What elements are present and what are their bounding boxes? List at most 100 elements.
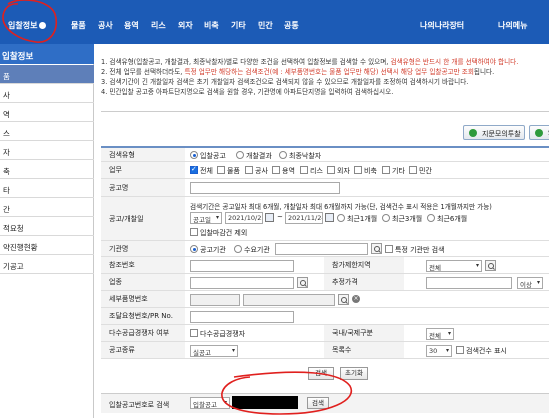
detail-item-name-input[interactable] <box>243 294 335 306</box>
sidebar-item-stockpile[interactable]: 축 <box>0 160 94 179</box>
nav-item-bid-info[interactable]: 입찰정보 <box>8 20 47 31</box>
search-icon[interactable] <box>297 277 308 288</box>
date-from-input[interactable]: 2021/10/25 <box>225 212 263 224</box>
label-exclude-deadline: 입찰마감건 제외 <box>200 229 248 237</box>
reset-button[interactable]: 초기화 <box>340 367 368 380</box>
nav-item-foreign[interactable]: 외자 <box>178 20 193 31</box>
checkbox-foreign[interactable] <box>327 166 335 174</box>
label-search-type: 검색유형 <box>101 148 185 161</box>
label-stockpile: 비축 <box>364 167 377 175</box>
radio-final-winner[interactable] <box>279 151 287 159</box>
price-condition-select[interactable]: 이상 ▾ <box>517 277 543 289</box>
sidebar-item-notice[interactable]: 기공고 <box>0 255 94 274</box>
row-search-type: 검색유형 입찰공고 개찰결과 최종낙찰자 <box>101 148 549 162</box>
nav-my-market[interactable]: 나의나라장터 <box>420 20 464 31</box>
intl-select[interactable]: 전체 ▾ <box>426 328 454 340</box>
search-button[interactable]: 검색 <box>308 367 334 380</box>
nav-item-private[interactable]: 민간 <box>258 20 273 31</box>
checkbox-all[interactable] <box>190 165 198 174</box>
radio-bid-notice[interactable] <box>190 151 198 159</box>
procurement-input[interactable] <box>190 311 294 323</box>
checkbox-specific-agency[interactable] <box>385 245 393 253</box>
label-detail-item: 세부품명번호 <box>101 291 185 307</box>
notice-line-1: 1. 검색유형(입찰공고, 개찰결과, 최종낙찰자)별로 다양한 조건을 선택하… <box>101 58 519 66</box>
checkbox-stockpile[interactable] <box>354 166 362 174</box>
radio-last-1-month[interactable] <box>337 214 345 222</box>
sidebar-item-etc[interactable]: 타 <box>0 179 94 198</box>
date-to-input[interactable]: 2021/11/24 <box>285 212 323 224</box>
label-industry: 업종 <box>101 274 185 290</box>
sidebar-item-contract-status[interactable]: 약진행현황 <box>0 236 94 255</box>
checkbox-show-count[interactable] <box>456 346 464 354</box>
nav-item-construction[interactable]: 공사 <box>98 20 113 31</box>
radio-notice-agency[interactable] <box>190 245 198 253</box>
search-icon[interactable] <box>485 260 496 271</box>
nav-item-stockpile[interactable]: 비축 <box>204 20 219 31</box>
nav-item-goods[interactable]: 물품 <box>71 20 86 31</box>
checkbox-service[interactable] <box>272 166 280 174</box>
nav-my-menu[interactable]: 나의메뉴 <box>498 20 527 31</box>
clear-icon[interactable]: × <box>352 295 360 303</box>
row-multi-intl: 다수공급경쟁자 여부 다수공급경쟁자 국내/국제구분 전체 ▾ <box>101 325 549 342</box>
label-ref-no: 참조번호 <box>101 257 185 273</box>
label-bid-notice: 입찰공고 <box>200 152 226 160</box>
checkbox-etc[interactable] <box>382 166 390 174</box>
mock-bid-button[interactable]: 지문모의투찰 <box>463 125 525 140</box>
period-hint: 검색기간은 공고일자 최대 6개월, 개찰일자 최대 6개월까지 가능(단, 검… <box>190 203 492 211</box>
detail-item-code-input[interactable] <box>190 294 240 306</box>
search-icon[interactable] <box>338 294 349 305</box>
row-procurement: 조달요청번호/PR No. <box>101 308 549 325</box>
redacted-input[interactable] <box>232 396 298 409</box>
est-price-input[interactable] <box>426 277 512 289</box>
row-agency: 기관명 공고기관 수요기관 특정 기관만 검색 <box>101 241 549 257</box>
row-period: 공고/개찰일 검색기간은 공고일자 최대 6개월, 개찰일자 최대 6개월까지 … <box>101 197 549 241</box>
notice-name-input[interactable] <box>190 182 340 194</box>
sidebar-item-construction[interactable]: 사 <box>0 84 94 103</box>
checkbox-multi-supply[interactable] <box>190 329 198 337</box>
checkbox-private[interactable] <box>409 166 417 174</box>
list-count-select[interactable]: 30 ▾ <box>426 345 452 357</box>
sidebar-item-service[interactable]: 역 <box>0 103 94 122</box>
sidebar-item-foreign[interactable]: 자 <box>0 141 94 160</box>
divider <box>101 111 549 112</box>
nav-item-lease[interactable]: 리스 <box>151 20 166 31</box>
region-select[interactable]: 전체 ▾ <box>426 260 482 272</box>
label-private: 민간 <box>419 167 432 175</box>
notice-line-3: 3. 검색기간이 긴 개찰일자 검색은 초기 개찰일자 검색조건으로 검색되지 … <box>101 78 469 86</box>
calendar-icon[interactable] <box>325 213 334 222</box>
row-type-count: 공고종류 실공고 ▾ 목록수 30 ▾ 검색건수 표시 <box>101 342 549 359</box>
checkbox-goods[interactable] <box>217 166 225 174</box>
label-construction: 공사 <box>255 167 268 175</box>
label-show-count: 검색건수 표시 <box>466 347 507 355</box>
ref-no-input[interactable] <box>190 260 294 272</box>
nav-item-common[interactable]: 공통 <box>284 20 299 31</box>
industry-input[interactable] <box>190 277 294 289</box>
date-type-select[interactable]: 공고일 ▾ <box>190 212 222 224</box>
globe-icon <box>39 22 47 29</box>
search-icon[interactable] <box>371 243 382 254</box>
calendar-icon[interactable] <box>265 213 274 222</box>
checkbox-exclude-deadline[interactable] <box>190 228 198 236</box>
label-service: 용역 <box>282 167 295 175</box>
label-region: 참가제한지역 <box>324 257 404 273</box>
secondary-toolbar-button[interactable]: S <box>529 125 549 140</box>
bid-number-type-select[interactable]: 입찰공고 ▾ <box>190 397 230 409</box>
notice-type-select[interactable]: 실공고 ▾ <box>190 345 238 357</box>
radio-last-6-months[interactable] <box>427 214 435 222</box>
sidebar-item-private[interactable]: 간 <box>0 198 94 217</box>
radio-demand-agency[interactable] <box>234 245 242 253</box>
bid-number-search-button[interactable]: 검색 <box>307 397 329 409</box>
nav-item-service[interactable]: 용역 <box>124 20 139 31</box>
checkbox-construction[interactable] <box>245 166 253 174</box>
sidebar-item-goods[interactable]: 품 <box>0 65 94 84</box>
checkbox-lease[interactable] <box>300 166 308 174</box>
sidebar-item-request[interactable]: 적요청 <box>0 217 94 236</box>
agency-name-input[interactable] <box>275 243 368 255</box>
check-icon <box>535 129 543 137</box>
sidebar-item-lease[interactable]: 스 <box>0 122 94 141</box>
radio-last-3-months[interactable] <box>382 214 390 222</box>
label-period: 공고/개찰일 <box>101 197 185 240</box>
nav-item-etc[interactable]: 기타 <box>231 20 246 31</box>
sidebar-title: 입찰정보 <box>0 44 94 64</box>
radio-opening-result[interactable] <box>236 151 244 159</box>
